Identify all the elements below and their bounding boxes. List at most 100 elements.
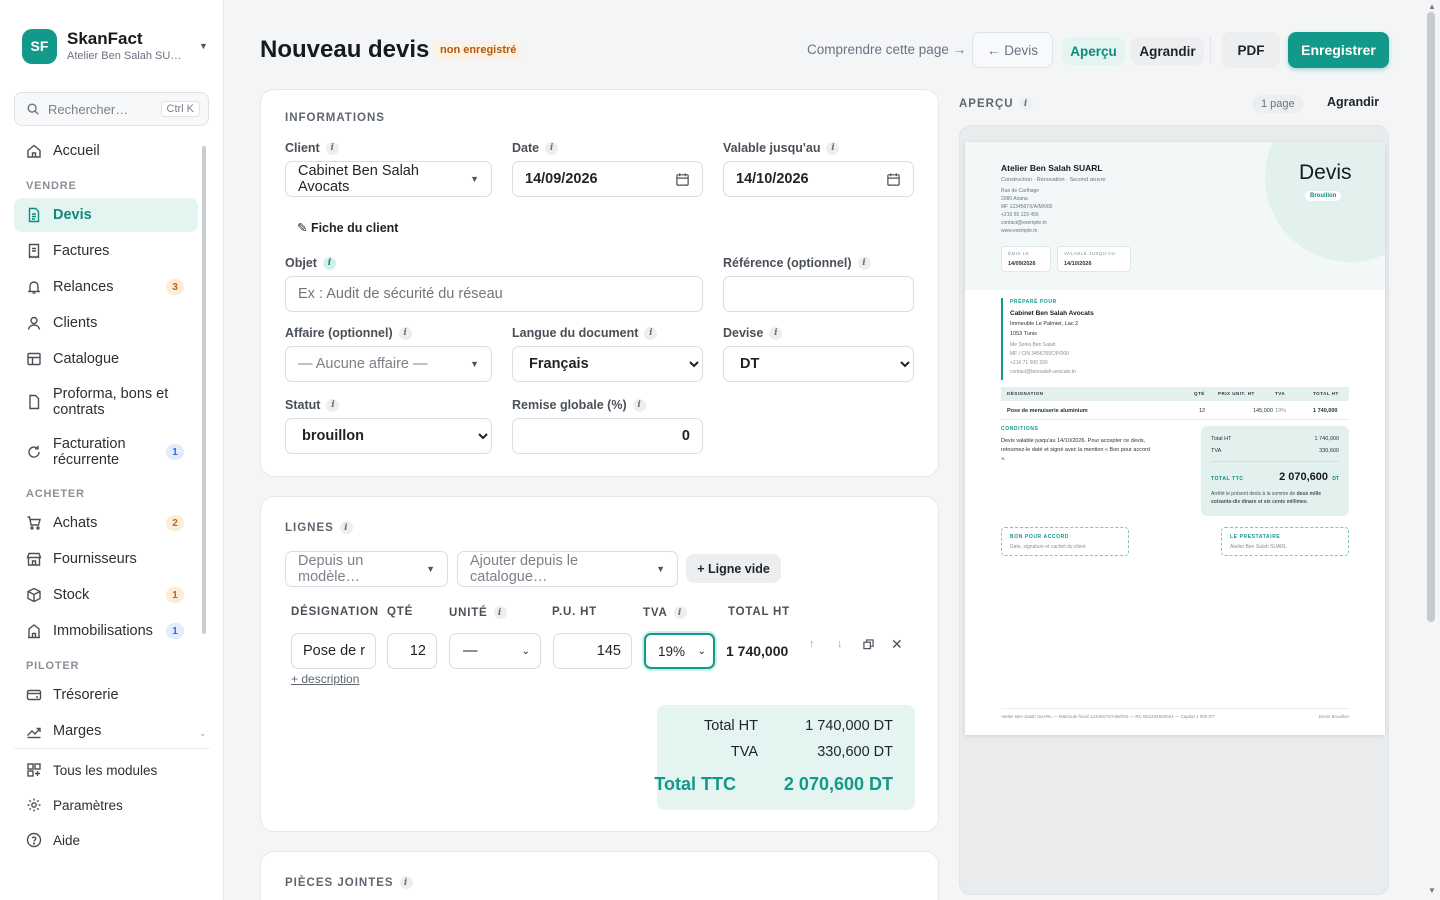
- info-icon[interactable]: i: [325, 141, 339, 155]
- duplicate-icon[interactable]: [863, 639, 874, 650]
- preview-button[interactable]: Aperçu: [1062, 37, 1125, 65]
- info-icon[interactable]: i: [769, 326, 783, 340]
- sidebar-item-clients[interactable]: Clients: [14, 308, 198, 338]
- catalog-select[interactable]: Ajouter depuis le catalogue… ▼: [457, 551, 678, 587]
- valid-until-field[interactable]: 14/10/2026: [723, 161, 914, 197]
- sidebar-item-reminders[interactable]: Relances 3: [14, 272, 198, 302]
- subject-label: Objet i: [285, 256, 336, 270]
- sidebar-item-assets[interactable]: Immobilisations 1: [14, 616, 198, 646]
- reference-input[interactable]: [723, 276, 914, 312]
- doc-issued-label: ÉMIS LE: [1008, 251, 1030, 256]
- search-box[interactable]: Ctrl K: [14, 92, 209, 126]
- date-field[interactable]: 14/09/2026: [512, 161, 703, 197]
- unit-select[interactable]: — ⌄: [449, 633, 541, 669]
- sidebar: SF SkanFact Atelier Ben Salah SU… ▼ Ctrl…: [0, 0, 224, 900]
- qty-input[interactable]: 12: [387, 633, 437, 669]
- sidebar-nav: Accueil VENDRE Devis Factures Relances 3…: [14, 134, 200, 740]
- doc-client-name: Cabinet Ben Salah Avocats: [1010, 310, 1094, 317]
- doc-row-designation: Pose de menuiserie aluminium: [1007, 408, 1088, 414]
- doc-provider-sub: Atelier Ben Salah SUARL: [1230, 544, 1287, 550]
- chevron-down-icon[interactable]: ⌄: [199, 728, 207, 739]
- total-ht-label: Total HT: [704, 718, 758, 734]
- sidebar-item-invoices[interactable]: Factures: [14, 236, 198, 266]
- total-ht-row: Total HT 1 740,000 DT: [704, 718, 893, 734]
- client-select[interactable]: Cabinet Ben Salah Avocats ▼: [285, 161, 492, 197]
- pdf-button[interactable]: PDF: [1222, 32, 1280, 68]
- subject-input[interactable]: [285, 276, 703, 312]
- sidebar-scrollbar[interactable]: [202, 146, 206, 634]
- info-icon[interactable]: i: [673, 606, 687, 619]
- stock-count-badge: 1: [166, 587, 184, 603]
- doc-conditions-line-1: Devis valable jusqu'au 14/10/2026. Pour …: [1001, 438, 1146, 444]
- cart-icon: [27, 516, 41, 530]
- nav-section-drive: PILOTER: [26, 660, 80, 672]
- designation-input[interactable]: Pose de r: [291, 633, 376, 669]
- sidebar-item-recurring[interactable]: Facturation récurrente 1: [14, 430, 198, 474]
- save-button[interactable]: Enregistrer: [1288, 32, 1389, 68]
- scroll-down-arrow[interactable]: ▼: [1428, 886, 1436, 895]
- info-icon[interactable]: i: [1019, 97, 1033, 110]
- move-up-icon[interactable]: ↑: [809, 638, 815, 650]
- info-icon[interactable]: i: [326, 398, 340, 412]
- doc-tva-value: 330,600: [1319, 448, 1339, 454]
- info-icon[interactable]: i: [398, 326, 412, 340]
- help-page-link[interactable]: Comprendre cette page →: [807, 42, 966, 57]
- doc-footer-divider: [1001, 708, 1349, 709]
- search-input[interactable]: [48, 101, 153, 117]
- scroll-up-arrow[interactable]: ▲: [1428, 2, 1436, 11]
- enlarge-button[interactable]: Agrandir: [1131, 37, 1204, 65]
- sidebar-item-margins[interactable]: Marges: [14, 716, 198, 740]
- page-scrollbar[interactable]: [1427, 12, 1435, 622]
- info-icon[interactable]: i: [399, 876, 413, 889]
- help-link[interactable]: Aide: [26, 832, 80, 848]
- add-description-link[interactable]: + description: [291, 672, 359, 686]
- info-icon[interactable]: i: [644, 326, 658, 340]
- template-select[interactable]: Depuis un modèle… ▼: [285, 551, 448, 587]
- sidebar-item-stock[interactable]: Stock 1: [14, 580, 198, 610]
- all-modules-link[interactable]: Tous les modules: [26, 762, 157, 778]
- settings-link[interactable]: Paramètres: [26, 797, 123, 813]
- unit-price-input[interactable]: 145: [553, 633, 632, 669]
- sidebar-item-proforma[interactable]: Proforma, bons et contrats: [14, 380, 198, 424]
- sidebar-item-label: Trésorerie: [53, 687, 119, 703]
- delete-line-icon[interactable]: ✕: [891, 636, 903, 653]
- discount-input[interactable]: 0: [512, 418, 703, 454]
- calendar-icon[interactable]: [675, 172, 690, 187]
- sidebar-item-home[interactable]: Accueil: [14, 136, 198, 166]
- nav-section-buy: ACHETER: [26, 488, 85, 500]
- doc-conditions-line-3: ».: [1001, 456, 1006, 462]
- refresh-icon: [28, 445, 40, 458]
- vat-select[interactable]: 19% ⌄: [644, 633, 715, 669]
- sidebar-item-suppliers[interactable]: Fournisseurs: [14, 544, 198, 574]
- deal-select[interactable]: — Aucune affaire — ▼: [285, 346, 492, 382]
- doc-th-qty: QTÉ: [1194, 391, 1205, 396]
- info-icon[interactable]: i: [493, 606, 507, 619]
- workspace-switcher[interactable]: SF SkanFact Atelier Ben Salah SU… ▼: [22, 28, 212, 64]
- sidebar-item-catalog[interactable]: Catalogue: [14, 344, 198, 374]
- info-icon[interactable]: i: [826, 141, 840, 155]
- move-down-icon[interactable]: ↓: [837, 638, 843, 650]
- status-select[interactable]: brouillon: [285, 418, 492, 454]
- info-icon[interactable]: i: [322, 256, 336, 270]
- currency-select[interactable]: DT: [723, 346, 914, 382]
- back-to-quotes-button[interactable]: ← Devis: [972, 32, 1053, 68]
- client-sheet-link[interactable]: ✎ Fiche du client: [297, 220, 398, 235]
- info-icon[interactable]: i: [545, 141, 559, 155]
- info-icon[interactable]: i: [857, 256, 871, 270]
- preview-enlarge-button[interactable]: Agrandir: [1327, 95, 1379, 109]
- preview-frame[interactable]: Atelier Ben Salah SUARL Construction · R…: [959, 125, 1389, 895]
- language-select[interactable]: Français: [512, 346, 703, 382]
- info-icon[interactable]: i: [339, 521, 353, 534]
- add-empty-line-button[interactable]: + Ligne vide: [686, 554, 781, 583]
- sidebar-footer: Tous les modules Paramètres Aide: [14, 748, 210, 848]
- sidebar-item-purchases[interactable]: Achats 2: [14, 508, 198, 538]
- sidebar-item-quotes[interactable]: Devis: [14, 198, 198, 232]
- sidebar-item-treasury[interactable]: Trésorerie: [14, 680, 198, 710]
- info-icon[interactable]: i: [632, 398, 646, 412]
- discount-label: Remise globale (%) i: [512, 398, 646, 412]
- column-header-total: TOTAL HT: [728, 606, 790, 618]
- caret-down-icon: ▼: [199, 41, 208, 51]
- calendar-icon[interactable]: [886, 172, 901, 187]
- currency-label: Devise i: [723, 326, 783, 340]
- modules-grid-icon: [27, 763, 41, 777]
